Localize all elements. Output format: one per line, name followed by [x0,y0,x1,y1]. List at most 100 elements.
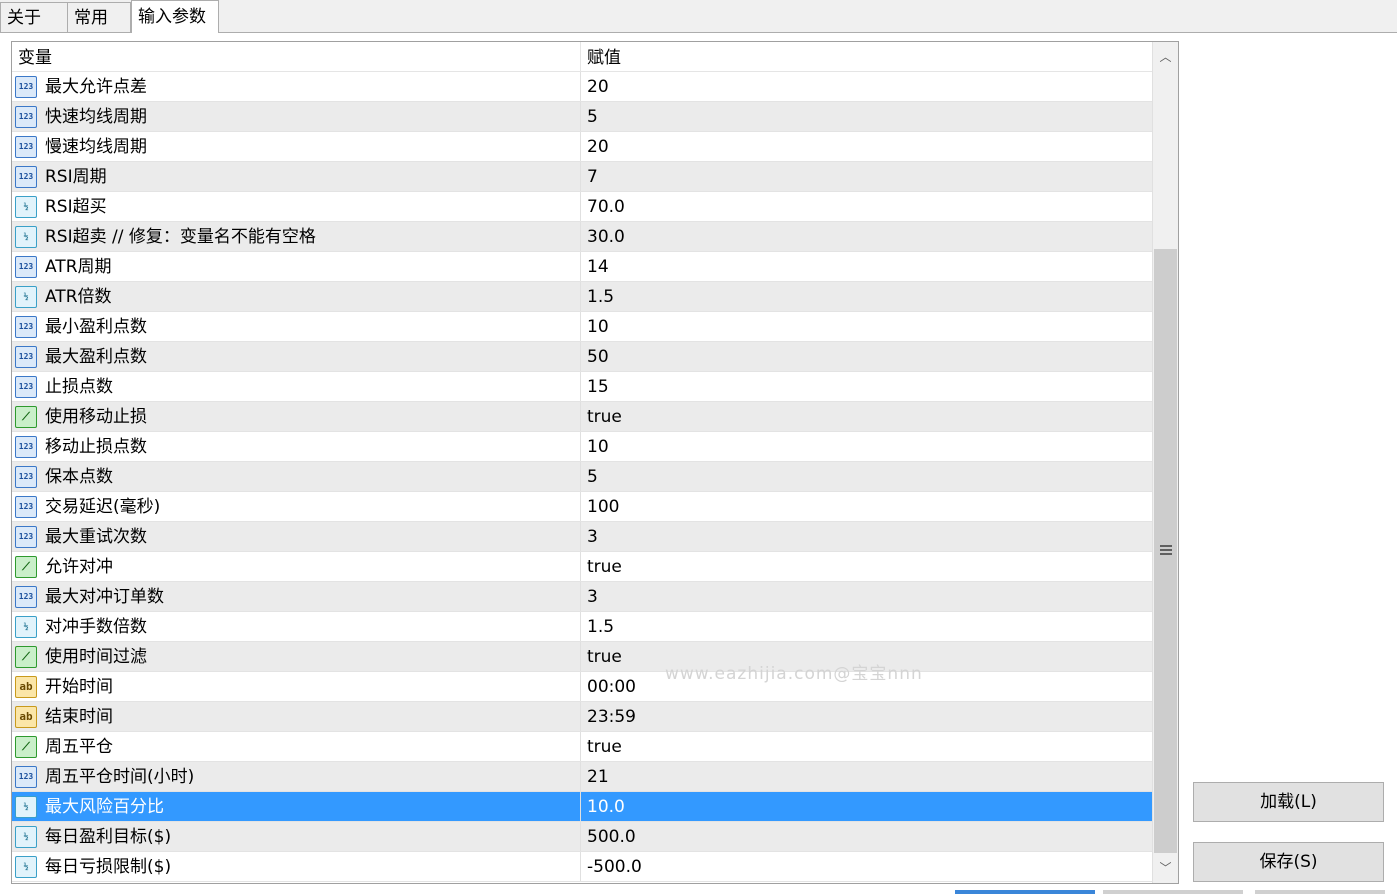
bottom-button-edge [955,890,1095,894]
table-row[interactable]: 123 止损点数 15 [12,372,1152,402]
parameter-name-cell[interactable]: ab 结束时间 [12,702,581,731]
parameter-value-cell[interactable]: 50 [581,342,1152,371]
scroll-down-arrow-icon[interactable]: ﹀ [1153,855,1178,881]
parameter-name-cell[interactable]: 123 最大盈利点数 [12,342,581,371]
table-row[interactable]: 123 移动止损点数 10 [12,432,1152,462]
load-button[interactable]: 加载(L) [1193,782,1384,822]
parameter-value-cell[interactable]: 20 [581,72,1152,101]
scroll-up-arrow-icon[interactable]: ︿ [1153,44,1178,70]
parameter-name-cell[interactable]: 123 最大对冲订单数 [12,582,581,611]
parameter-name-cell[interactable]: ½ RSI超卖 // 修复：变量名不能有空格 [12,222,581,251]
tab-about[interactable]: 关于 [0,2,68,32]
parameter-name-cell[interactable]: 123 最小盈利点数 [12,312,581,341]
table-row[interactable]: 123 RSI周期 7 [12,162,1152,192]
parameter-name-cell[interactable]: 123 止损点数 [12,372,581,401]
parameter-name-cell[interactable]: ½ 每日亏损限制($) [12,852,581,881]
parameter-name-cell[interactable]: 123 ATR周期 [12,252,581,281]
parameter-value-cell[interactable]: 3 [581,582,1152,611]
parameter-value-cell[interactable]: 23:59 [581,702,1152,731]
bottom-button-edge [1255,890,1385,894]
parameter-name-cell[interactable]: ⟋ 周五平仓 [12,732,581,761]
parameter-name-cell[interactable]: ½ ATR倍数 [12,282,581,311]
parameter-value-cell[interactable]: true [581,552,1152,581]
parameter-value-cell[interactable]: 20 [581,132,1152,161]
parameter-name-cell[interactable]: 123 快速均线周期 [12,102,581,131]
table-row[interactable]: ½ 每日盈利目标($) 500.0 [12,822,1152,852]
double-type-icon: ½ [15,286,37,308]
table-row[interactable]: 123 ATR周期 14 [12,252,1152,282]
table-row[interactable]: ab 开始时间 00:00 [12,672,1152,702]
table-row[interactable]: 123 周五平仓时间(小时) 21 [12,762,1152,792]
table-row[interactable]: ½ 最大风险百分比 10.0 [12,792,1152,822]
parameter-name-cell[interactable]: 123 慢速均线周期 [12,132,581,161]
parameter-name-cell[interactable]: ab 开始时间 [12,672,581,701]
column-header-value[interactable]: 赋值 [581,42,1152,72]
parameter-name-cell[interactable]: 123 RSI周期 [12,162,581,191]
parameter-value-cell[interactable]: 10.0 [581,792,1152,821]
parameter-value-cell[interactable]: 14 [581,252,1152,281]
parameter-value-cell[interactable]: 7 [581,162,1152,191]
parameter-value-cell[interactable]: 15 [581,372,1152,401]
parameter-value-cell[interactable]: 1.5 [581,282,1152,311]
parameter-name-cell[interactable]: ½ 最大风险百分比 [12,792,581,821]
parameter-name-cell[interactable]: ⟋ 允许对冲 [12,552,581,581]
parameter-value-cell[interactable]: 1.5 [581,612,1152,641]
parameter-value-cell[interactable]: 70.0 [581,192,1152,221]
table-row[interactable]: ½ RSI超买 70.0 [12,192,1152,222]
table-row[interactable]: ab 结束时间 23:59 [12,702,1152,732]
parameter-name-cell[interactable]: ⟋ 使用移动止损 [12,402,581,431]
table-row[interactable]: ⟋ 周五平仓 true [12,732,1152,762]
table-row[interactable]: ½ ATR倍数 1.5 [12,282,1152,312]
parameter-name: 慢速均线周期 [45,137,147,157]
parameter-value-cell[interactable]: -500.0 [581,852,1152,881]
table-row[interactable]: 123 最大对冲订单数 3 [12,582,1152,612]
integer-type-icon: 123 [15,376,37,398]
parameter-value-cell[interactable]: true [581,732,1152,761]
parameter-name-cell[interactable]: 123 最大允许点差 [12,72,581,101]
table-row[interactable]: ½ 对冲手数倍数 1.5 [12,612,1152,642]
parameter-name-cell[interactable]: 123 保本点数 [12,462,581,491]
parameters-grid: 变量 赋值 123 最大允许点差 20 123 快速均线周期 5 123 慢速均线周期 20 12… [11,41,1179,884]
integer-type-icon: 123 [15,346,37,368]
table-row[interactable]: 123 交易延迟(毫秒) 100 [12,492,1152,522]
vertical-scrollbar[interactable]: ︿ ﹀ [1152,42,1178,883]
parameter-value-cell[interactable]: true [581,402,1152,431]
table-row[interactable]: 123 慢速均线周期 20 [12,132,1152,162]
table-row[interactable]: 123 最大重试次数 3 [12,522,1152,552]
table-row[interactable]: 123 最大允许点差 20 [12,72,1152,102]
parameter-value-cell[interactable]: 30.0 [581,222,1152,251]
parameter-value-cell[interactable]: 5 [581,462,1152,491]
table-row[interactable]: ⟋ 使用时间过滤 true [12,642,1152,672]
table-row[interactable]: ½ RSI超卖 // 修复：变量名不能有空格 30.0 [12,222,1152,252]
table-row[interactable]: 123 保本点数 5 [12,462,1152,492]
integer-type-icon: 123 [15,106,37,128]
table-row[interactable]: 123 最小盈利点数 10 [12,312,1152,342]
table-row[interactable]: ⟋ 使用移动止损 true [12,402,1152,432]
parameter-name-cell[interactable]: 123 周五平仓时间(小时) [12,762,581,791]
scrollbar-thumb[interactable] [1154,249,1177,853]
column-header-variable[interactable]: 变量 [12,42,581,72]
watermark: www.eazhijia.com@宝宝nnn [665,664,923,684]
parameter-value-cell[interactable]: 10 [581,312,1152,341]
parameter-value-cell[interactable]: 10 [581,432,1152,461]
table-row[interactable]: 123 最大盈利点数 50 [12,342,1152,372]
double-type-icon: ½ [15,796,37,818]
parameter-name-cell[interactable]: ½ 每日盈利目标($) [12,822,581,851]
tab-inputs[interactable]: 输入参数 [131,0,219,33]
tab-common[interactable]: 常用 [67,2,131,32]
table-row[interactable]: ½ 每日亏损限制($) -500.0 [12,852,1152,882]
parameter-name-cell[interactable]: 123 移动止损点数 [12,432,581,461]
parameter-name-cell[interactable]: ⟋ 使用时间过滤 [12,642,581,671]
parameter-name-cell[interactable]: 123 最大重试次数 [12,522,581,551]
save-button[interactable]: 保存(S) [1193,842,1384,882]
parameter-name-cell[interactable]: ½ RSI超买 [12,192,581,221]
parameter-value-cell[interactable]: 5 [581,102,1152,131]
parameter-value-cell[interactable]: 3 [581,522,1152,551]
parameter-value-cell[interactable]: 21 [581,762,1152,791]
parameter-name-cell[interactable]: ½ 对冲手数倍数 [12,612,581,641]
parameter-name-cell[interactable]: 123 交易延迟(毫秒) [12,492,581,521]
table-row[interactable]: 123 快速均线周期 5 [12,102,1152,132]
parameter-value-cell[interactable]: 100 [581,492,1152,521]
parameter-value-cell[interactable]: 500.0 [581,822,1152,851]
table-row[interactable]: ⟋ 允许对冲 true [12,552,1152,582]
